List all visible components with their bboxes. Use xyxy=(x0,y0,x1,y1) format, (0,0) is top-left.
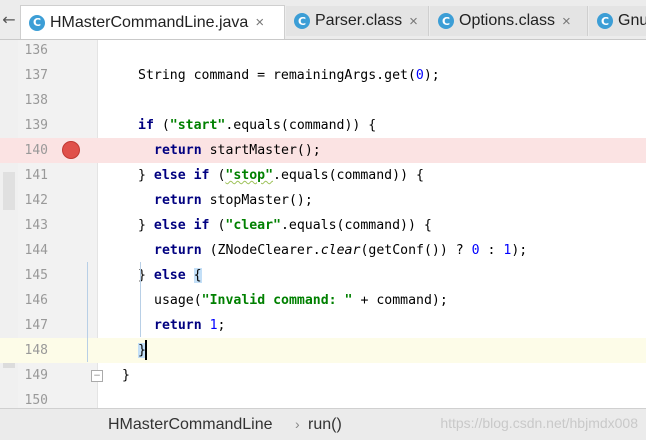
code-line-144[interactable]: 144 return (ZNodeClearer.clear(getConf()… xyxy=(0,238,646,263)
line-number: 143 xyxy=(24,218,48,233)
tab-label: Options.class xyxy=(459,12,556,29)
tab-label: Parser.class xyxy=(315,12,403,29)
code-text: return startMaster(); xyxy=(154,143,321,158)
code-text: return stopMaster(); xyxy=(154,193,313,208)
tab-label: HMasterCommandLine.java xyxy=(50,13,249,31)
indent-guide-line xyxy=(140,262,141,337)
matched-brace: { xyxy=(193,268,202,283)
line-number: 138 xyxy=(24,93,48,108)
close-icon[interactable]: × xyxy=(562,13,571,30)
breadcrumb: HMasterCommandLine › run() https://blog.… xyxy=(0,408,646,440)
scroll-tabs-left-icon[interactable]: ← xyxy=(0,0,18,39)
scope-guide-line xyxy=(87,262,88,362)
code-line-140[interactable]: 140 return startMaster(); xyxy=(0,138,646,163)
line-number: 141 xyxy=(24,168,48,183)
line-number: 137 xyxy=(24,68,48,83)
code-text: } xyxy=(122,368,130,383)
code-line-147[interactable]: 147 return 1; xyxy=(0,313,646,338)
code-line-138[interactable]: 138 xyxy=(0,88,646,113)
line-number: 144 xyxy=(24,243,48,258)
tab-hmastercommandline-java[interactable]: C HMasterCommandLine.java × xyxy=(20,5,285,39)
line-number: 147 xyxy=(24,318,48,333)
breadcrumb-item-class[interactable]: HMasterCommandLine xyxy=(108,409,273,440)
line-number: 142 xyxy=(24,193,48,208)
tab-label: Gnu xyxy=(618,12,646,29)
c-class-icon: C xyxy=(29,14,45,31)
code-text: if ("start".equals(command)) { xyxy=(138,118,377,133)
code-line-145[interactable]: 145 } else { xyxy=(0,263,646,288)
line-number: 146 xyxy=(24,293,48,308)
line-number: 148 xyxy=(24,343,48,358)
watermark: https://blog.csdn.net/hbjmdx008 xyxy=(440,415,638,431)
breadcrumb-separator: › xyxy=(295,416,300,432)
code-text: } else if ("clear".equals(command)) { xyxy=(138,218,432,233)
close-icon[interactable]: × xyxy=(409,13,418,30)
code-line-148[interactable]: 148 } xyxy=(0,338,646,363)
breadcrumb-item-method[interactable]: run() xyxy=(308,409,342,440)
line-number: 136 xyxy=(24,43,48,58)
line-number: 140 xyxy=(24,143,48,158)
code-line-136[interactable]: 136 xyxy=(0,40,646,63)
line-number: 150 xyxy=(24,393,48,408)
code-line-141[interactable]: 141 } else if ("stop".equals(command)) { xyxy=(0,163,646,188)
code-line-139[interactable]: 139 if ("start".equals(command)) { xyxy=(0,113,646,138)
c-class-icon: C xyxy=(438,13,454,29)
c-class-icon: C xyxy=(294,13,310,29)
code-line-146[interactable]: 146 usage("Invalid command: " + command)… xyxy=(0,288,646,313)
code-line-137[interactable]: 137 String command = remainingArgs.get(0… xyxy=(0,63,646,88)
close-icon[interactable]: × xyxy=(255,14,264,31)
tab-gnu[interactable]: C Gnu xyxy=(589,6,646,36)
code-line-150[interactable]: 150 xyxy=(0,388,646,408)
line-number: 145 xyxy=(24,268,48,283)
code-text: return (ZNodeClearer.clear(getConf()) ? … xyxy=(154,243,528,258)
editor-tab-bar: ← C HMasterCommandLine.java × C Parser.c… xyxy=(0,0,646,40)
code-text: } else if ("stop".equals(command)) { xyxy=(138,168,424,183)
breakpoint-icon[interactable] xyxy=(62,141,80,159)
text-caret xyxy=(144,340,147,360)
tab-options-class[interactable]: C Options.class × xyxy=(430,6,588,36)
c-class-icon: C xyxy=(597,13,613,29)
code-editor[interactable]: 136 137 String command = remainingArgs.g… xyxy=(0,40,646,408)
code-text: } else { xyxy=(138,268,202,283)
line-number: 149 xyxy=(24,368,48,383)
code-text: String command = remainingArgs.get(0); xyxy=(138,68,440,83)
code-text: usage("Invalid command: " + command); xyxy=(154,293,448,308)
fold-icon[interactable]: − xyxy=(91,370,103,382)
code-text: } xyxy=(138,338,147,363)
code-line-143[interactable]: 143 } else if ("clear".equals(command)) … xyxy=(0,213,646,238)
line-number: 139 xyxy=(24,118,48,133)
code-line-142[interactable]: 142 return stopMaster(); xyxy=(0,188,646,213)
tab-parser-class[interactable]: C Parser.class × xyxy=(286,6,429,36)
code-text: return 1; xyxy=(154,318,226,333)
